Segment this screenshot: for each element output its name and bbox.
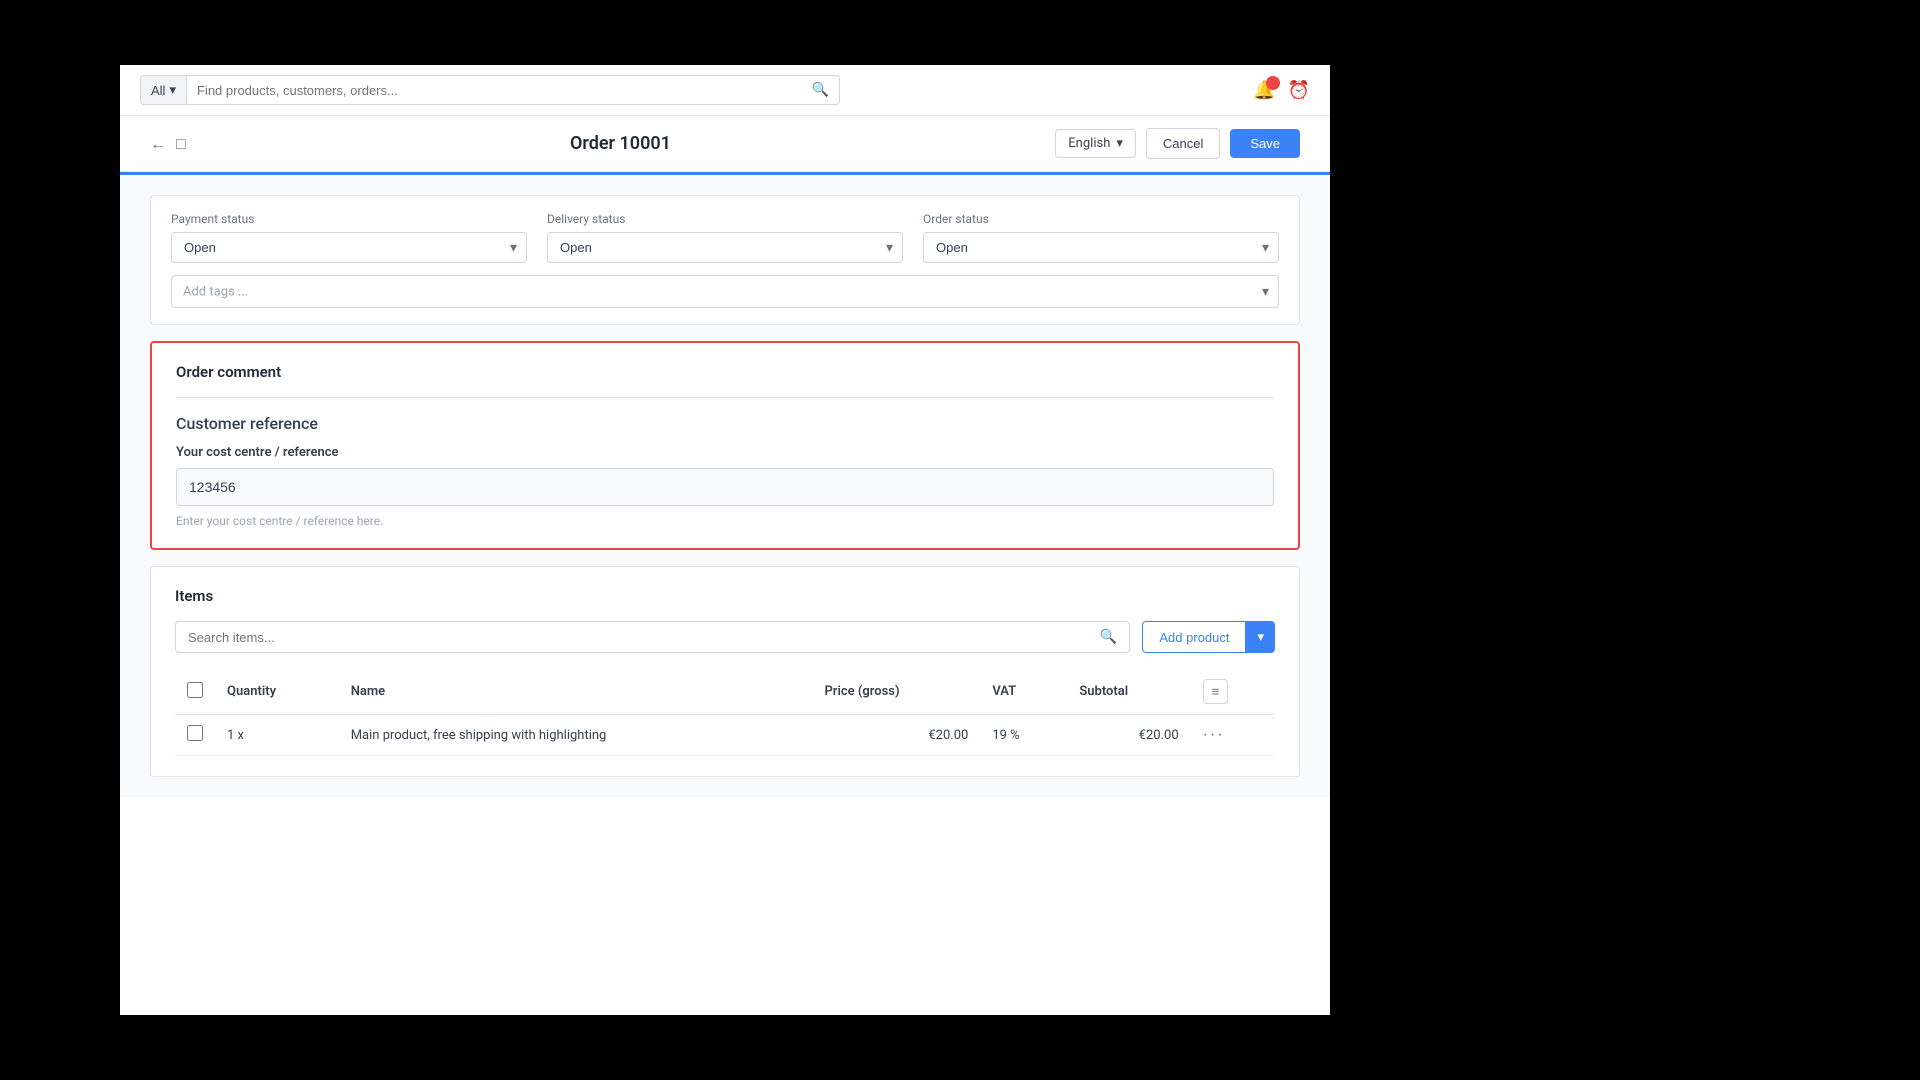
order-status-select[interactable]: Open <box>923 232 1279 263</box>
row-price-gross: €20.00 <box>812 715 980 756</box>
order-comment-title: Order comment <box>176 363 1274 398</box>
chevron-down-icon: ▾ <box>1257 629 1264 644</box>
select-all-checkbox[interactable] <box>187 682 203 698</box>
order-comment-section: Order comment Customer reference Your co… <box>150 341 1300 550</box>
alerts-button[interactable]: ⏰ <box>1288 80 1310 101</box>
cancel-button[interactable]: Cancel <box>1146 128 1220 159</box>
table-header-row: Quantity Name Price (gross) VAT Subtotal… <box>175 669 1275 715</box>
row-quantity: 1 x <box>215 715 339 756</box>
tags-select[interactable] <box>171 275 1279 308</box>
items-section-title: Items <box>175 587 1275 605</box>
delivery-status-select[interactable]: Open <box>547 232 903 263</box>
search-scope-button[interactable]: All ▾ <box>140 75 186 105</box>
name-header: Name <box>339 669 813 715</box>
search-items-input[interactable] <box>188 630 1092 645</box>
table-row: 1 x Main product, free shipping with hig… <box>175 715 1275 756</box>
top-icon-area: 🔔 ⏰ <box>1253 80 1310 101</box>
row-actions-button[interactable]: ··· <box>1203 726 1225 744</box>
order-status-select-wrap: Open <box>923 232 1279 263</box>
notifications-button[interactable]: 🔔 <box>1253 80 1275 101</box>
add-product-group: Add product ▾ <box>1142 621 1275 653</box>
row-vat: 19 % <box>980 715 1067 756</box>
status-grid: Payment status Open Delivery status Open <box>171 212 1279 263</box>
back-arrow-icon[interactable]: ← <box>150 134 166 154</box>
top-search-bar: All ▾ 🔍 🔔 ⏰ <box>120 65 1330 116</box>
col-settings-header: ≡ <box>1191 669 1275 715</box>
payment-status-select[interactable]: Open <box>171 232 527 263</box>
cost-centre-label: Your cost centre / reference <box>176 445 1274 460</box>
breadcrumb-nav: ← □ <box>150 134 186 154</box>
add-product-button[interactable]: Add product <box>1142 621 1246 653</box>
global-search-wrap: 🔍 <box>186 75 840 105</box>
quantity-header: Quantity <box>215 669 339 715</box>
items-section: Items 🔍 Add product ▾ <box>150 566 1300 777</box>
select-all-header <box>175 669 215 715</box>
notification-badge <box>1266 76 1280 90</box>
search-icon: 🔍 <box>812 82 829 98</box>
price-gross-header: Price (gross) <box>812 669 980 715</box>
row-name: Main product, free shipping with highlig… <box>339 715 813 756</box>
tags-select-wrap: Add tags ... <box>171 275 1279 308</box>
chevron-down-icon: ▾ <box>1116 136 1123 151</box>
search-items-wrap: 🔍 <box>175 621 1130 653</box>
global-search-input[interactable] <box>197 83 812 98</box>
row-subtotal: €20.00 <box>1067 715 1190 756</box>
tags-row: Add tags ... <box>171 275 1279 308</box>
language-selector[interactable]: English ▾ <box>1055 129 1136 158</box>
delivery-status-select-wrap: Open <box>547 232 903 263</box>
payment-status-select-wrap: Open <box>171 232 527 263</box>
items-toolbar: 🔍 Add product ▾ <box>175 621 1275 653</box>
customer-reference-title: Customer reference <box>176 414 1274 433</box>
cost-centre-input[interactable] <box>176 468 1274 506</box>
row-actions-cell: ··· <box>1191 715 1275 756</box>
payment-status-field: Payment status Open <box>171 212 527 263</box>
row-checkbox-cell <box>175 715 215 756</box>
items-table: Quantity Name Price (gross) VAT Subtotal… <box>175 669 1275 756</box>
save-button[interactable]: Save <box>1230 129 1300 158</box>
page-title: Order 10001 <box>202 133 1040 154</box>
status-section: Payment status Open Delivery status Open <box>150 195 1300 325</box>
subtotal-header: Subtotal <box>1067 669 1190 715</box>
order-status-label: Order status <box>923 212 1279 226</box>
order-status-field: Order status Open <box>923 212 1279 263</box>
search-area: All ▾ 🔍 <box>140 75 840 105</box>
row-checkbox[interactable] <box>187 725 203 741</box>
header-actions: English ▾ Cancel Save <box>1055 128 1300 159</box>
delivery-status-label: Delivery status <box>547 212 903 226</box>
add-product-dropdown-button[interactable]: ▾ <box>1246 621 1275 653</box>
delivery-status-field: Delivery status Open <box>547 212 903 263</box>
payment-status-label: Payment status <box>171 212 527 226</box>
cost-centre-hint: Enter your cost centre / reference here. <box>176 514 1274 528</box>
copy-icon[interactable]: □ <box>176 134 186 154</box>
page-header: ← □ Order 10001 English ▾ Cancel Save <box>120 116 1330 172</box>
column-settings-button[interactable]: ≡ <box>1203 679 1229 704</box>
vat-header: VAT <box>980 669 1067 715</box>
search-items-icon: 🔍 <box>1100 629 1117 645</box>
main-content: Payment status Open Delivery status Open <box>120 175 1330 797</box>
